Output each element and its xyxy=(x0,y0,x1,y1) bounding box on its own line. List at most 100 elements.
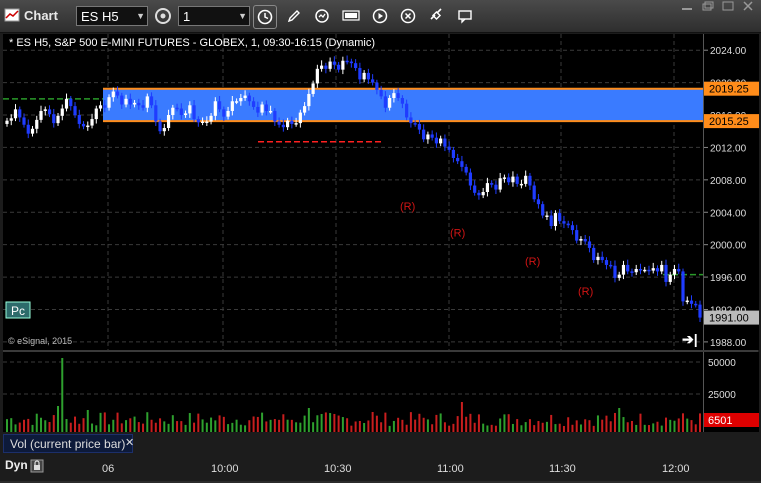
candle-body xyxy=(294,123,298,125)
candle-body xyxy=(583,238,587,242)
candle-body xyxy=(124,98,128,105)
quote-icon[interactable] xyxy=(340,5,362,27)
volume-bar xyxy=(618,408,621,432)
price-chart[interactable]: (R) (R) (R) (R) * ES H5, S&P 500 E-MINI FUT… xyxy=(3,34,703,350)
candle-body xyxy=(451,149,456,158)
candle-body xyxy=(664,264,668,282)
volume-bar xyxy=(27,418,30,432)
price-axis-canvas[interactable]: 2024.002020.002016.002012.002008.002004.… xyxy=(704,34,759,350)
candle-body xyxy=(39,110,43,120)
symbol-dropdown-icon[interactable]: ▼ xyxy=(136,11,145,21)
volume-bar xyxy=(231,422,234,432)
clock-icon[interactable] xyxy=(253,5,277,29)
volume-bar xyxy=(159,418,162,432)
play-icon[interactable] xyxy=(369,5,391,27)
candle-body xyxy=(213,101,217,116)
reversal-marker: (R) xyxy=(400,201,415,213)
volume-tab-close-icon[interactable]: ✕ xyxy=(125,436,134,449)
candle-body xyxy=(209,115,213,122)
price-tick-label: 1996.00 xyxy=(710,273,747,284)
interval-input[interactable]: 1 ▼ xyxy=(178,6,250,26)
candle-body xyxy=(286,120,290,128)
volume-bar xyxy=(103,412,106,432)
candle-body xyxy=(307,93,311,107)
symbol-input[interactable]: ES H5 ▼ xyxy=(76,6,148,26)
volume-bar xyxy=(188,413,191,432)
candle-body xyxy=(290,120,294,124)
candle-body xyxy=(621,264,626,275)
volume-bar xyxy=(477,414,480,432)
volume-chart[interactable] xyxy=(3,352,703,432)
candle-body xyxy=(183,113,188,116)
time-axis-canvas[interactable]: 06 10:00 10:30 11:00 11:30 12:00 xyxy=(3,456,758,478)
volume-bar xyxy=(558,423,561,432)
candle-body xyxy=(473,185,477,193)
candle-body xyxy=(400,98,404,104)
maximize-icon[interactable] xyxy=(721,1,735,11)
candle-body xyxy=(609,264,613,267)
candle-body xyxy=(366,72,370,80)
volume-bar xyxy=(414,419,417,432)
volume-bar xyxy=(579,424,582,432)
volume-bar xyxy=(507,414,510,432)
candle-body xyxy=(120,95,124,105)
candle-body xyxy=(460,161,464,167)
draw-icon[interactable] xyxy=(283,5,305,27)
window-title: Chart xyxy=(24,8,58,23)
candle-body xyxy=(90,119,94,126)
restore-icon[interactable] xyxy=(701,1,715,11)
volume-study-label: Vol (current price bar) xyxy=(10,437,126,451)
volume-bar xyxy=(465,416,468,432)
candle-body xyxy=(132,102,137,105)
volume-bar xyxy=(605,415,608,432)
volume-bar xyxy=(422,417,425,432)
candle-body xyxy=(315,68,319,84)
minimize-icon[interactable] xyxy=(681,1,695,11)
volume-bar xyxy=(664,417,667,432)
volume-bar xyxy=(635,424,638,432)
close-icon[interactable] xyxy=(741,1,755,11)
volume-bar xyxy=(409,412,412,432)
candle-body xyxy=(141,105,145,108)
lock-icon[interactable] xyxy=(30,459,44,473)
volume-bar xyxy=(210,417,213,432)
dyn-label[interactable]: Dyn xyxy=(5,458,28,472)
candle-body xyxy=(303,106,307,113)
volume-bar xyxy=(201,419,204,432)
candle-body xyxy=(562,221,566,224)
link-icon[interactable] xyxy=(425,5,447,27)
search-icon[interactable] xyxy=(397,5,419,27)
volume-bar xyxy=(218,415,221,432)
candle-body xyxy=(681,271,685,302)
price-axis[interactable]: 2024.002020.002016.002012.002008.002004.… xyxy=(703,34,759,350)
candle-body xyxy=(536,199,541,205)
volume-study-tab[interactable]: Vol (current price bar) xyxy=(3,434,133,453)
message-icon[interactable] xyxy=(454,5,476,27)
candle-body xyxy=(375,82,379,90)
volume-bar xyxy=(10,418,13,432)
candle-body xyxy=(43,109,47,111)
candle-body xyxy=(205,121,209,124)
volume-bar xyxy=(550,414,553,432)
interval-dropdown-icon[interactable]: ▼ xyxy=(238,11,247,21)
candle-body xyxy=(5,120,9,124)
candle-body xyxy=(371,79,375,83)
scroll-to-end-icon[interactable]: ➔| xyxy=(682,331,698,347)
volume-bar xyxy=(384,412,387,432)
candle-body xyxy=(188,105,192,114)
volume-bar xyxy=(537,421,540,432)
candle-body xyxy=(320,65,324,69)
price-chart-canvas[interactable]: (R) (R) (R) (R) * ES H5, S&P 500 E-MINI FUT… xyxy=(3,34,703,350)
candle-body xyxy=(630,271,634,273)
volume-bar xyxy=(499,418,502,432)
time-axis[interactable]: 06 10:00 10:30 11:00 11:30 12:00 xyxy=(3,456,758,478)
refresh-icon[interactable] xyxy=(311,5,333,27)
candle-body xyxy=(409,117,413,124)
volume-bar xyxy=(312,422,315,432)
volume-bar xyxy=(448,425,451,432)
candle-body xyxy=(592,247,596,261)
properties-icon[interactable] xyxy=(152,5,174,27)
candle-body xyxy=(166,115,171,128)
candle-body xyxy=(439,138,443,144)
volume-bar xyxy=(426,419,429,432)
